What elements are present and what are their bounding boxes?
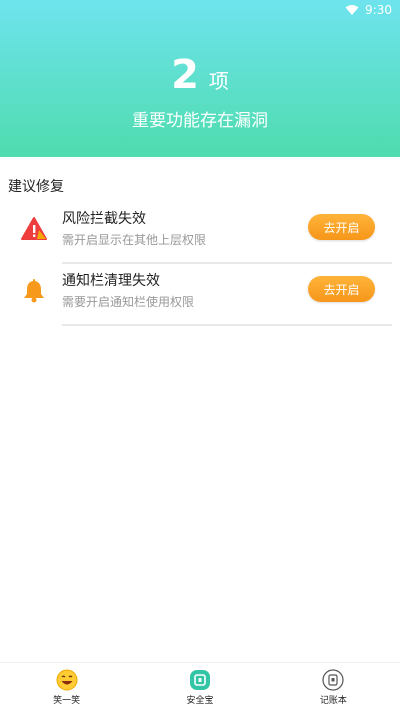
bell-icon (24, 279, 44, 303)
section-title: 建议修复 (8, 179, 64, 195)
list-item: 风险拦截失效 需开启显示在其他上层权限 去开启 (0, 200, 400, 264)
shield-icon (189, 670, 210, 690)
item-description: 需开启显示在其他上层权限 (62, 233, 207, 247)
item-name: 通知栏清理失效 (62, 273, 160, 289)
notebook-icon (322, 669, 344, 691)
tab-security[interactable]: 安全宝 (133, 663, 266, 711)
issue-count-row: 2 项 (0, 52, 400, 98)
divider (62, 324, 392, 326)
status-bar: 9:30 (345, 3, 392, 17)
status-time: 9:30 (365, 3, 392, 17)
issue-count-unit: 项 (208, 69, 229, 93)
tab-laugh[interactable]: 笑一笑 (0, 663, 133, 711)
tab-label: 笑一笑 (53, 696, 81, 706)
wifi-icon (345, 5, 359, 15)
enable-button[interactable]: 去开启 (308, 214, 375, 240)
summary-subtitle: 重要功能存在漏洞 (132, 111, 268, 131)
tab-notebook[interactable]: 记账本 (267, 663, 400, 711)
tab-label: 记账本 (319, 696, 347, 706)
tab-label: 安全宝 (186, 696, 214, 706)
summary-header: 9:30 2 项 重要功能存在漏洞 (0, 0, 400, 157)
item-description: 需要开启通知栏使用权限 (62, 295, 195, 309)
issue-count: 2 (171, 52, 199, 98)
bottom-tab-bar: 笑一笑 安全宝 记账本 (0, 662, 400, 711)
list-item: 通知栏清理失效 需要开启通知栏使用权限 去开启 (0, 262, 400, 326)
warning-triangle-icon (21, 217, 47, 240)
smiley-icon (56, 669, 78, 691)
item-name: 风险拦截失效 (62, 211, 146, 227)
enable-button[interactable]: 去开启 (308, 276, 375, 302)
